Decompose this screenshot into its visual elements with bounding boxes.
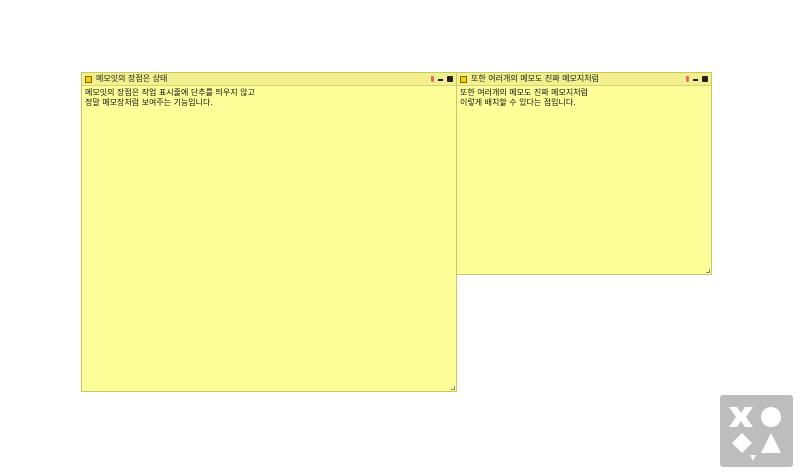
note-text-line: 정말 메모장처럼 보여주는 기능입니다. <box>85 98 213 107</box>
note-controls <box>686 73 708 85</box>
shapes-logo-graphic <box>729 407 781 461</box>
shapes-logo <box>720 395 793 467</box>
trash-icon[interactable] <box>702 76 708 82</box>
note-controls <box>431 73 453 85</box>
note-text-area[interactable]: 또한 여러개의 메모도 진짜 메모지처럼 이렇게 배치할 수 있다는 점입니다. <box>457 86 711 110</box>
note-text-line: 이렇게 배치할 수 있다는 점입니다. <box>460 98 576 107</box>
note-text-line: 메모잇의 장점은 작업 표시줄에 단추를 띄우지 않고 <box>85 88 255 97</box>
note-titlebar[interactable]: 또한 여러개의 메모도 진짜 메모지처럼 <box>457 73 711 86</box>
note-text-line: 또한 여러개의 메모도 진짜 메모지처럼 <box>460 88 588 97</box>
note-icon <box>85 75 92 83</box>
note-text-area[interactable]: 메모잇의 장점은 작업 표시줄에 단추를 띄우지 않고 정말 메모장처럼 보여주는… <box>82 86 456 110</box>
memo-note-1[interactable]: 메모잇의 장점은 상태 메모잇의 장점은 작업 표시줄에 단추를 띄우지 않고 정… <box>81 72 457 392</box>
trash-icon[interactable] <box>447 76 453 82</box>
note-title: 메모잇의 장점은 상태 <box>96 74 168 83</box>
minimize-icon[interactable] <box>438 79 443 81</box>
pin-icon[interactable] <box>431 76 434 82</box>
memo-note-2[interactable]: 또한 여러개의 메모도 진짜 메모지처럼 또한 여러개의 메모도 진짜 메모지처… <box>456 72 712 275</box>
minimize-icon[interactable] <box>693 79 698 81</box>
note-titlebar[interactable]: 메모잇의 장점은 상태 <box>82 73 456 86</box>
pin-icon[interactable] <box>686 76 689 82</box>
resize-grip[interactable] <box>706 269 710 273</box>
resize-grip[interactable] <box>451 386 455 390</box>
note-title: 또한 여러개의 메모도 진짜 메모지처럼 <box>471 74 599 83</box>
note-icon <box>460 75 467 83</box>
